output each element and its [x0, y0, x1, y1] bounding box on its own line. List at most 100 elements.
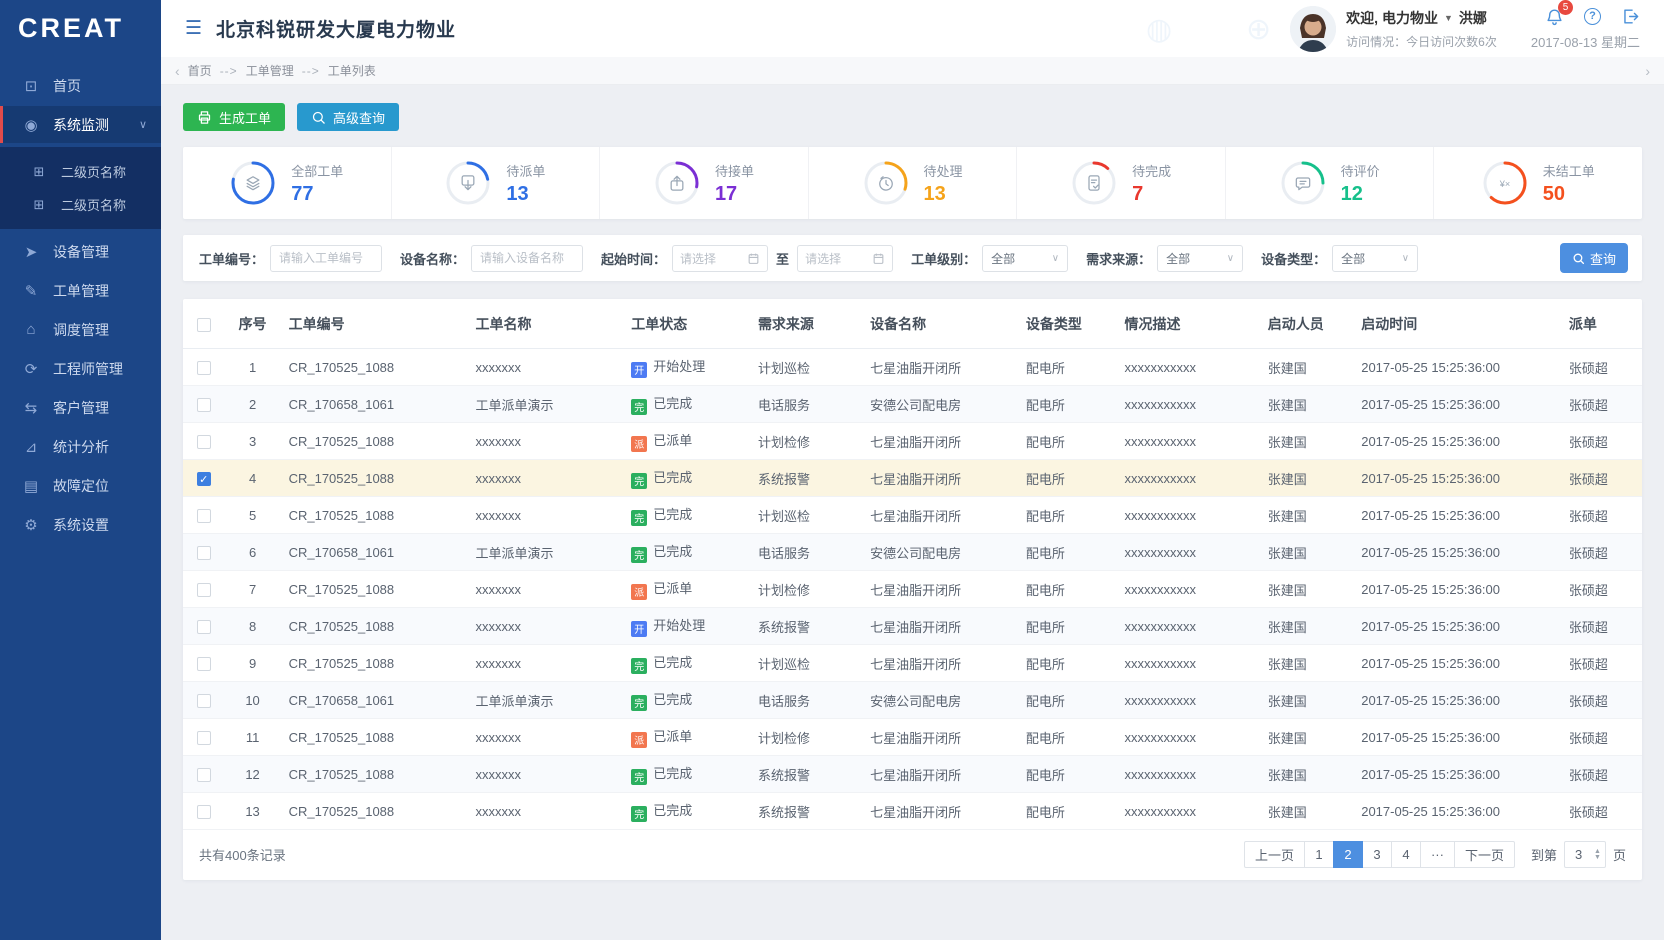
- table-row[interactable]: 13 CR_170525_1088 xxxxxxx 完已完成 系统报警 七星油脂…: [183, 793, 1642, 830]
- table-row[interactable]: 6 CR_170658_1061 工单派单演示 完已完成 电话服务 安德公司配电…: [183, 534, 1642, 571]
- cell-starter: 张建国: [1260, 386, 1353, 423]
- table-row[interactable]: 7 CR_170525_1088 xxxxxxx 派已派单 计划检修 七星油脂开…: [183, 571, 1642, 608]
- stat-card[interactable]: 待评价 12: [1226, 147, 1435, 219]
- row-checkbox[interactable]: ✓: [197, 472, 211, 486]
- sidebar-item[interactable]: ✎ 工单管理: [0, 272, 161, 309]
- table-row[interactable]: 5 CR_170525_1088 xxxxxxx 完已完成 计划巡检 七星油脂开…: [183, 497, 1642, 534]
- spinner-arrows-icon[interactable]: ▲▼: [1594, 849, 1601, 861]
- row-checkbox[interactable]: [197, 361, 211, 375]
- row-checkbox[interactable]: [197, 620, 211, 634]
- menu-list-icon[interactable]: ☰: [185, 17, 202, 40]
- stat-card[interactable]: 待处理 13: [809, 147, 1018, 219]
- row-checkbox[interactable]: [197, 731, 211, 745]
- breadcrumb-item[interactable]: 工单列表: [328, 62, 376, 79]
- row-checkbox[interactable]: [197, 657, 211, 671]
- sidebar-item[interactable]: ⇆ 客户管理: [0, 389, 161, 426]
- sidebar-item[interactable]: ◉ 系统监测 ∨: [0, 106, 161, 143]
- table-row[interactable]: 11 CR_170525_1088 xxxxxxx 派已派单 计划检修 七星油脂…: [183, 719, 1642, 756]
- page-ellipsis[interactable]: ···: [1420, 841, 1455, 868]
- cell-order-no: CR_170525_1088: [281, 756, 468, 793]
- breadcrumb-item[interactable]: 工单管理: [246, 62, 294, 79]
- advanced-search-button[interactable]: 高级查询: [297, 103, 399, 131]
- row-checkbox[interactable]: [197, 435, 211, 449]
- stat-value: 13: [924, 183, 963, 206]
- table-row[interactable]: 1 CR_170525_1088 xxxxxxx 开开始处理 计划巡检 七星油脂…: [183, 349, 1642, 386]
- sidebar-item[interactable]: ⟳ 工程师管理: [0, 350, 161, 387]
- table-row[interactable]: 8 CR_170525_1088 xxxxxxx 开开始处理 系统报警 七星油脂…: [183, 608, 1642, 645]
- sidebar-item[interactable]: ⌂ 调度管理: [0, 311, 161, 348]
- document-icon: ▤: [22, 477, 40, 495]
- sidebar-item[interactable]: ⊞ 二级页名称: [0, 155, 161, 188]
- breadcrumb-item[interactable]: 首页: [188, 62, 212, 79]
- cell-device-name: 七星油脂开闭所: [862, 608, 1018, 645]
- cell-starter: 张建国: [1260, 793, 1353, 830]
- sidebar-item[interactable]: ⊿ 统计分析: [0, 428, 161, 465]
- select-all-checkbox[interactable]: [197, 318, 211, 332]
- page-button[interactable]: 3: [1362, 841, 1392, 868]
- order-no-input[interactable]: [270, 245, 382, 272]
- stat-card[interactable]: 待接单 17: [600, 147, 809, 219]
- cell-device-name: 七星油脂开闭所: [862, 423, 1018, 460]
- table-row[interactable]: 3 CR_170525_1088 xxxxxxx 派已派单 计划检修 七星油脂开…: [183, 423, 1642, 460]
- cell-source: 系统报警: [750, 756, 862, 793]
- device-name-input[interactable]: [471, 245, 583, 272]
- start-date-picker[interactable]: 请选择: [672, 245, 768, 272]
- bell-icon[interactable]: 5: [1545, 7, 1564, 26]
- table-row[interactable]: ✓ 4 CR_170525_1088 xxxxxxx 完已完成 系统报警 七星油…: [183, 460, 1642, 497]
- page-button[interactable]: 4: [1391, 841, 1421, 868]
- goto-page-input[interactable]: 3 ▲▼: [1564, 841, 1606, 868]
- table-row[interactable]: 10 CR_170658_1061 工单派单演示 完已完成 电话服务 安德公司配…: [183, 682, 1642, 719]
- end-date-picker[interactable]: 请选择: [797, 245, 893, 272]
- table-row[interactable]: 2 CR_170658_1061 工单派单演示 完已完成 电话服务 安德公司配电…: [183, 386, 1642, 423]
- stat-label: 未结工单: [1543, 161, 1595, 180]
- stat-card[interactable]: 待完成 7: [1017, 147, 1226, 219]
- monitor-eye-icon: ◉: [22, 116, 40, 134]
- row-checkbox[interactable]: [197, 805, 211, 819]
- cell-description: xxxxxxxxxxx: [1116, 349, 1259, 386]
- order-level-select[interactable]: 全部∨: [982, 245, 1068, 272]
- calendar-icon: [747, 252, 760, 265]
- cell-dispatcher: 张硕超: [1561, 423, 1642, 460]
- row-checkbox[interactable]: [197, 583, 211, 597]
- stat-card[interactable]: ¥× 未结工单 50: [1434, 147, 1642, 219]
- cell-device-name: 七星油脂开闭所: [862, 460, 1018, 497]
- chevron-right-icon[interactable]: ›: [1645, 63, 1650, 79]
- row-checkbox[interactable]: [197, 546, 211, 560]
- stat-card[interactable]: 待派单 13: [392, 147, 601, 219]
- row-checkbox[interactable]: [197, 768, 211, 782]
- goto-suffix: 页: [1613, 845, 1626, 864]
- sidebar-item[interactable]: ⊞ 二级页名称: [0, 188, 161, 221]
- create-order-button[interactable]: 生成工单: [183, 103, 285, 131]
- chevron-left-icon[interactable]: ‹: [175, 63, 180, 79]
- logout-icon[interactable]: [1621, 7, 1640, 26]
- page-button[interactable]: 1: [1304, 841, 1334, 868]
- table-row[interactable]: 9 CR_170525_1088 xxxxxxx 完已完成 计划巡检 七星油脂开…: [183, 645, 1642, 682]
- next-page-button[interactable]: 下一页: [1454, 841, 1515, 868]
- search-icon: [311, 110, 326, 125]
- avatar[interactable]: [1290, 6, 1336, 52]
- sidebar-item[interactable]: ➤ 设备管理: [0, 233, 161, 270]
- device-type-select[interactable]: 全部∨: [1332, 245, 1418, 272]
- sidebar-item[interactable]: ⚙ 系统设置: [0, 506, 161, 543]
- table-row[interactable]: 12 CR_170525_1088 xxxxxxx 完已完成 系统报警 七星油脂…: [183, 756, 1642, 793]
- row-checkbox[interactable]: [197, 509, 211, 523]
- page-button[interactable]: 2: [1333, 841, 1363, 868]
- sidebar-item[interactable]: ⊡ 首页: [0, 67, 161, 104]
- cell-status: 派已派单: [623, 423, 750, 460]
- chevron-down-icon[interactable]: ▼: [1444, 13, 1453, 23]
- stat-card[interactable]: 全部工单 77: [183, 147, 392, 219]
- row-checkbox[interactable]: [197, 694, 211, 708]
- demand-source-select[interactable]: 全部∨: [1157, 245, 1243, 272]
- search-button[interactable]: 查询: [1560, 243, 1628, 273]
- sidebar-item-label: 二级页名称: [61, 162, 126, 181]
- help-icon[interactable]: ?: [1584, 8, 1601, 25]
- stat-value: 7: [1132, 183, 1171, 206]
- chart-icon: ⊿: [22, 438, 40, 456]
- cell-starter: 张建国: [1260, 682, 1353, 719]
- sidebar-item[interactable]: ▤ 故障定位: [0, 467, 161, 504]
- cell-description: xxxxxxxxxxx: [1116, 571, 1259, 608]
- prev-page-button[interactable]: 上一页: [1244, 841, 1305, 868]
- cell-dispatcher: 张硕超: [1561, 571, 1642, 608]
- row-checkbox[interactable]: [197, 398, 211, 412]
- app-root: CREAT ⊡ 首页 ◉ 系统监测 ∨ ⊞ 二级页名称 ⊞ 二级页名称 ➤ 设备…: [0, 0, 1664, 940]
